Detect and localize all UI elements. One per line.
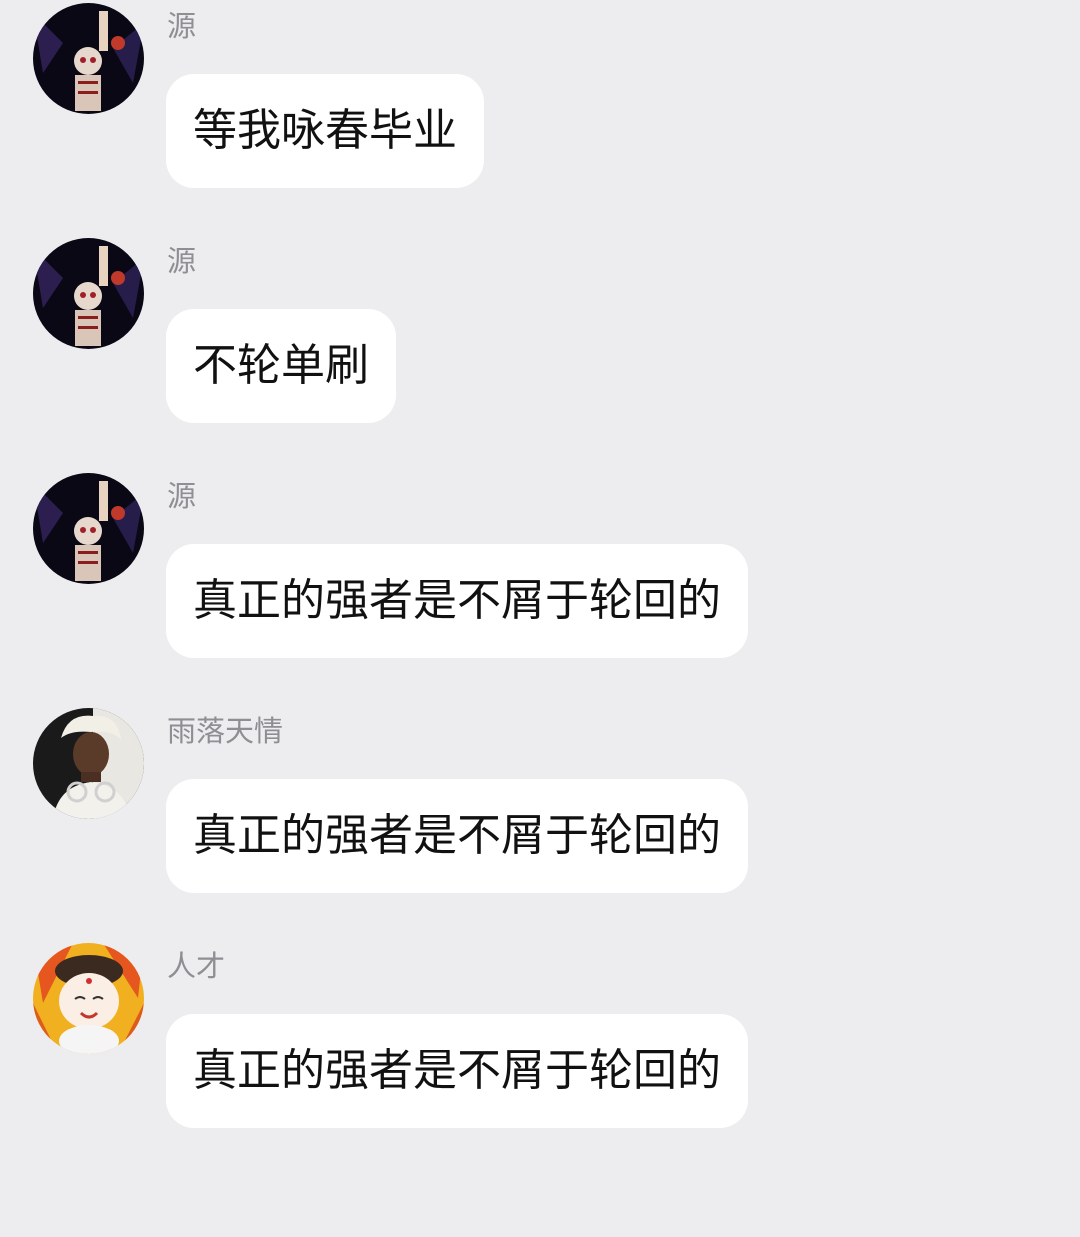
avatar[interactable]	[33, 708, 144, 819]
avatar[interactable]	[33, 3, 144, 114]
avatar[interactable]	[33, 473, 144, 584]
chat-message: 源 等我咏春毕业	[0, 0, 1080, 200]
sender-name: 源	[167, 244, 197, 278]
message-bubble[interactable]: 不轮单刷	[166, 309, 396, 423]
avatar-dark-artwork-icon	[33, 3, 144, 114]
sender-name: 雨落天情	[167, 714, 284, 748]
chat-message: 雨落天情 真正的强者是不屑于轮回的	[0, 705, 1080, 905]
message-bubble[interactable]: 真正的强者是不屑于轮回的	[166, 544, 748, 658]
sender-name: 源	[167, 9, 197, 43]
avatar-dark-artwork-icon	[33, 238, 144, 349]
message-bubble[interactable]: 真正的强者是不屑于轮回的	[166, 1014, 748, 1128]
message-bubble[interactable]: 真正的强者是不屑于轮回的	[166, 779, 748, 893]
sender-name: 人才	[167, 949, 226, 983]
chat-message-list[interactable]: 源 等我咏春毕业 源 不轮单刷 源 真正的强者是不屑于轮回的 雨落天情 真正的强…	[0, 0, 1080, 1237]
chat-message: 源 真正的强者是不屑于轮回的	[0, 470, 1080, 670]
message-bubble[interactable]: 等我咏春毕业	[166, 74, 484, 188]
avatar[interactable]	[33, 943, 144, 1054]
chat-message: 人才 真正的强者是不屑于轮回的	[0, 940, 1080, 1140]
chat-message: 源 不轮单刷	[0, 235, 1080, 435]
avatar-white-hair-person-icon	[33, 708, 144, 819]
sender-name: 源	[167, 479, 197, 513]
avatar-cartoon-child-icon	[33, 943, 144, 1054]
avatar[interactable]	[33, 238, 144, 349]
avatar-dark-artwork-icon	[33, 473, 144, 584]
